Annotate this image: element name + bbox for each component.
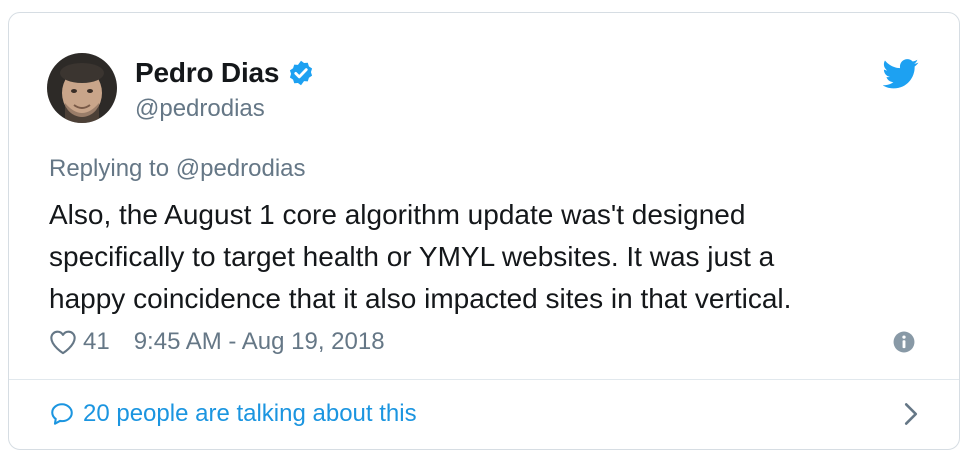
conversation-link[interactable]: 20 people are talking about this xyxy=(49,379,919,449)
timestamp[interactable]: 9:45 AM - Aug 19, 2018 xyxy=(134,328,385,356)
author-handle[interactable]: @pedrodias xyxy=(135,95,265,123)
verified-badge-icon xyxy=(290,60,313,86)
author-row[interactable]: Pedro Dias xyxy=(135,57,315,89)
tweet-card: Pedro Dias @pedrodias Replying to @pedro… xyxy=(8,12,960,450)
replying-to[interactable]: Replying to @pedrodias xyxy=(49,155,306,183)
tweet-line: happy coincidence that it also impacted … xyxy=(49,283,792,314)
tweet-line: Also, the August 1 core algorithm update… xyxy=(49,199,746,230)
speech-bubble-icon xyxy=(51,403,73,425)
talking-count-label[interactable]: 20 people are talking about this xyxy=(83,400,417,428)
chevron-right-icon[interactable] xyxy=(903,402,919,426)
twitter-bird-icon[interactable] xyxy=(883,59,919,89)
avatar-image xyxy=(47,53,117,123)
tweet-text: Also, the August 1 core algorithm update… xyxy=(49,194,909,320)
info-icon[interactable] xyxy=(893,331,915,353)
avatar[interactable] xyxy=(47,53,117,123)
tweet-line: specifically to target health or YMYL we… xyxy=(49,241,775,272)
heart-icon[interactable] xyxy=(49,329,77,355)
author-name[interactable]: Pedro Dias xyxy=(135,57,279,89)
tweet-meta: 41 9:45 AM - Aug 19, 2018 xyxy=(49,328,385,356)
like-count[interactable]: 41 xyxy=(83,328,110,356)
